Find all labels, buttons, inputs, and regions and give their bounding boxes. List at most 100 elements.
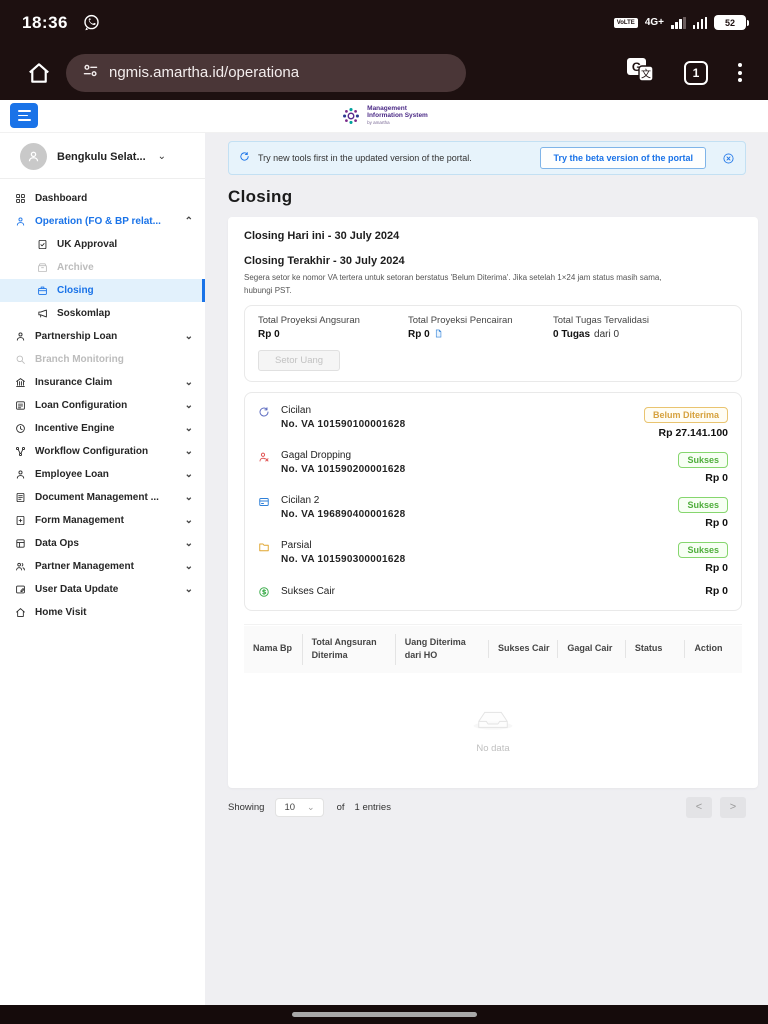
of-label: of — [336, 801, 345, 813]
tab-counter[interactable]: 1 — [684, 60, 708, 85]
sidebar-item-insurance-claim[interactable]: Insurance Claim ⌄ — [0, 371, 205, 394]
logo-title-line2: Information System — [367, 112, 428, 120]
next-page-button[interactable]: > — [720, 796, 746, 818]
whatsapp-icon — [82, 13, 101, 32]
sidebar: Bengkulu Selat... ⌄ Dashboard Operation (… — [0, 133, 205, 1005]
mis-logo-icon — [343, 108, 360, 124]
chevron-down-icon: ⌄ — [184, 446, 193, 457]
user-icon — [15, 469, 26, 480]
refresh-icon — [239, 149, 250, 167]
sidebar-item-dashboard[interactable]: Dashboard — [0, 187, 205, 210]
status-badge: Sukses — [678, 496, 728, 513]
sidebar-item-operation-fo-bp-relat[interactable]: Operation (FO & BP relat... ⌃ — [0, 210, 205, 233]
sidebar-item-label: Soskomlap — [57, 308, 111, 319]
card-icon — [258, 496, 271, 529]
column-header-status: Status — [624, 640, 685, 658]
va-number: No. VA 196890400001628 — [281, 508, 406, 520]
column-header-total-angsuran-diterima: Total Angsuran Diterima — [301, 633, 395, 665]
folder-icon — [258, 541, 271, 574]
sidebar-item-loan-configuration[interactable]: Loan Configuration ⌄ — [0, 394, 205, 417]
column-header-sukses-cair: Sukses Cair — [487, 640, 557, 658]
empty-state: No data — [244, 673, 742, 784]
status-bar: 18:36 VoLTE 4G+ 52 — [0, 0, 768, 45]
branch-selector[interactable]: Bengkulu Selat... ⌄ — [0, 139, 205, 179]
translate-icon[interactable]: G 文 — [626, 57, 654, 88]
beta-banner: Try new tools first in the updated versi… — [228, 141, 746, 175]
sidebar-item-partner-management[interactable]: Partner Management ⌄ — [0, 555, 205, 578]
url-bar[interactable]: ngmis.amartha.id/operationa — [66, 53, 466, 92]
va-title: Parsial — [281, 539, 312, 551]
showing-label: Showing — [228, 801, 265, 813]
workflow-icon — [15, 446, 26, 457]
home-indicator[interactable] — [291, 1012, 477, 1017]
tugas-count: 0 Tugas — [553, 328, 591, 340]
setor-uang-button[interactable]: Setor Uang — [258, 349, 341, 371]
sidebar-item-incentive-engine[interactable]: Incentive Engine ⌄ — [0, 417, 205, 440]
bp-table: Nama Bp Total Angsuran Diterima Uang Diter… — [244, 623, 742, 784]
sidebar-item-partnership-loan[interactable]: Partnership Loan ⌄ — [0, 325, 205, 348]
pagination: Showing 10 ⌄ of 1 entries < > — [228, 796, 746, 818]
status-badge: Sukses — [678, 451, 728, 468]
va-amount: Rp 0 — [705, 561, 728, 574]
column-header-action: Action — [684, 640, 742, 658]
sidebar-item-closing[interactable]: Closing — [0, 279, 205, 302]
va-row-parsial: Parsial No. VA 101590300001628 Sukses Rp 0 — [258, 535, 728, 580]
main-content: Try new tools first in the updated versi… — [205, 133, 768, 1005]
battery-icon: 52 — [714, 15, 749, 30]
sidebar-toggle-button[interactable] — [10, 103, 38, 128]
sidebar-item-data-ops[interactable]: Data Ops ⌄ — [0, 532, 205, 555]
signal-bars-icon-1 — [671, 16, 686, 29]
list-icon — [15, 400, 26, 411]
va-number: No. VA 101590300001628 — [281, 553, 406, 565]
sidebar-item-soskomlap[interactable]: Soskomlap — [0, 302, 205, 325]
try-beta-button[interactable]: Try the beta version of the portal — [540, 147, 706, 169]
sidebar-item-form-management[interactable]: Form Management ⌄ — [0, 509, 205, 532]
chevron-up-icon: ⌃ — [184, 216, 193, 227]
url-text[interactable]: ngmis.amartha.id/operationa — [109, 64, 299, 81]
banner-text: Try new tools first in the updated versi… — [258, 152, 472, 163]
va-title: Sukses Cair — [281, 585, 335, 597]
closing-note: Segera setor ke nomor VA tertera untuk s… — [244, 273, 662, 295]
sidebar-item-workflow-configuration[interactable]: Workflow Configuration ⌄ — [0, 440, 205, 463]
home-icon[interactable] — [26, 60, 52, 86]
system-nav-bar — [0, 1005, 768, 1024]
sidebar-item-employee-loan[interactable]: Employee Loan ⌄ — [0, 463, 205, 486]
prev-page-button[interactable]: < — [686, 796, 712, 818]
sidebar-item-label: User Data Update — [35, 584, 119, 595]
file-icon[interactable] — [434, 329, 443, 341]
sidebar-item-label: Archive — [57, 262, 94, 273]
total-tugas-tervalidasi-label: Total Tugas Tervalidasi — [553, 314, 649, 326]
column-header-nama-bp: Nama Bp — [253, 643, 293, 654]
doc-check-icon — [37, 239, 48, 250]
sidebar-item-label: Document Management ... — [35, 492, 159, 503]
close-icon[interactable] — [722, 152, 735, 165]
signal-bars-icon-2 — [692, 16, 707, 29]
site-settings-icon[interactable] — [82, 62, 99, 84]
document-icon — [15, 492, 26, 503]
total-proyeksi-pencairan-value: Rp 0 — [408, 329, 430, 341]
sidebar-item-user-data-update[interactable]: User Data Update ⌄ — [0, 578, 205, 601]
app-header: Management Information System by amartha — [0, 100, 768, 133]
megaphone-icon — [37, 308, 48, 319]
data-icon — [15, 538, 26, 549]
bank-icon — [15, 377, 26, 388]
va-row-cicilan-2: Cicilan 2 No. VA 196890400001628 Sukses Rp … — [258, 490, 728, 535]
chevron-down-icon: ⌄ — [184, 377, 193, 388]
logo-subtitle: by amartha — [367, 119, 390, 125]
chevron-down-icon: ⌄ — [184, 538, 193, 549]
status-badge: Belum Diterima — [643, 406, 728, 423]
sidebar-item-label: Insurance Claim — [35, 377, 113, 388]
page-size-select[interactable]: 10 ⌄ — [275, 797, 324, 817]
home-icon — [15, 607, 26, 618]
sidebar-item-label: Loan Configuration — [35, 400, 128, 411]
va-list: Cicilan No. VA 101590100001628 Belum Diter… — [244, 391, 742, 611]
sync-icon — [258, 406, 271, 439]
browser-menu-icon[interactable] — [738, 63, 742, 82]
chevron-down-icon: ⌄ — [307, 801, 315, 812]
table-header-row: Nama Bp Total Angsuran Diterima Uang Diter… — [244, 625, 742, 673]
sidebar-item-uk-approval[interactable]: UK Approval — [0, 233, 205, 256]
sidebar-item-home-visit[interactable]: Home Visit — [0, 601, 205, 624]
sidebar-item-branch-monitoring: Branch Monitoring — [0, 348, 205, 371]
sidebar-item-document-management[interactable]: Document Management ... ⌄ — [0, 486, 205, 509]
user-edit-icon — [15, 584, 26, 595]
